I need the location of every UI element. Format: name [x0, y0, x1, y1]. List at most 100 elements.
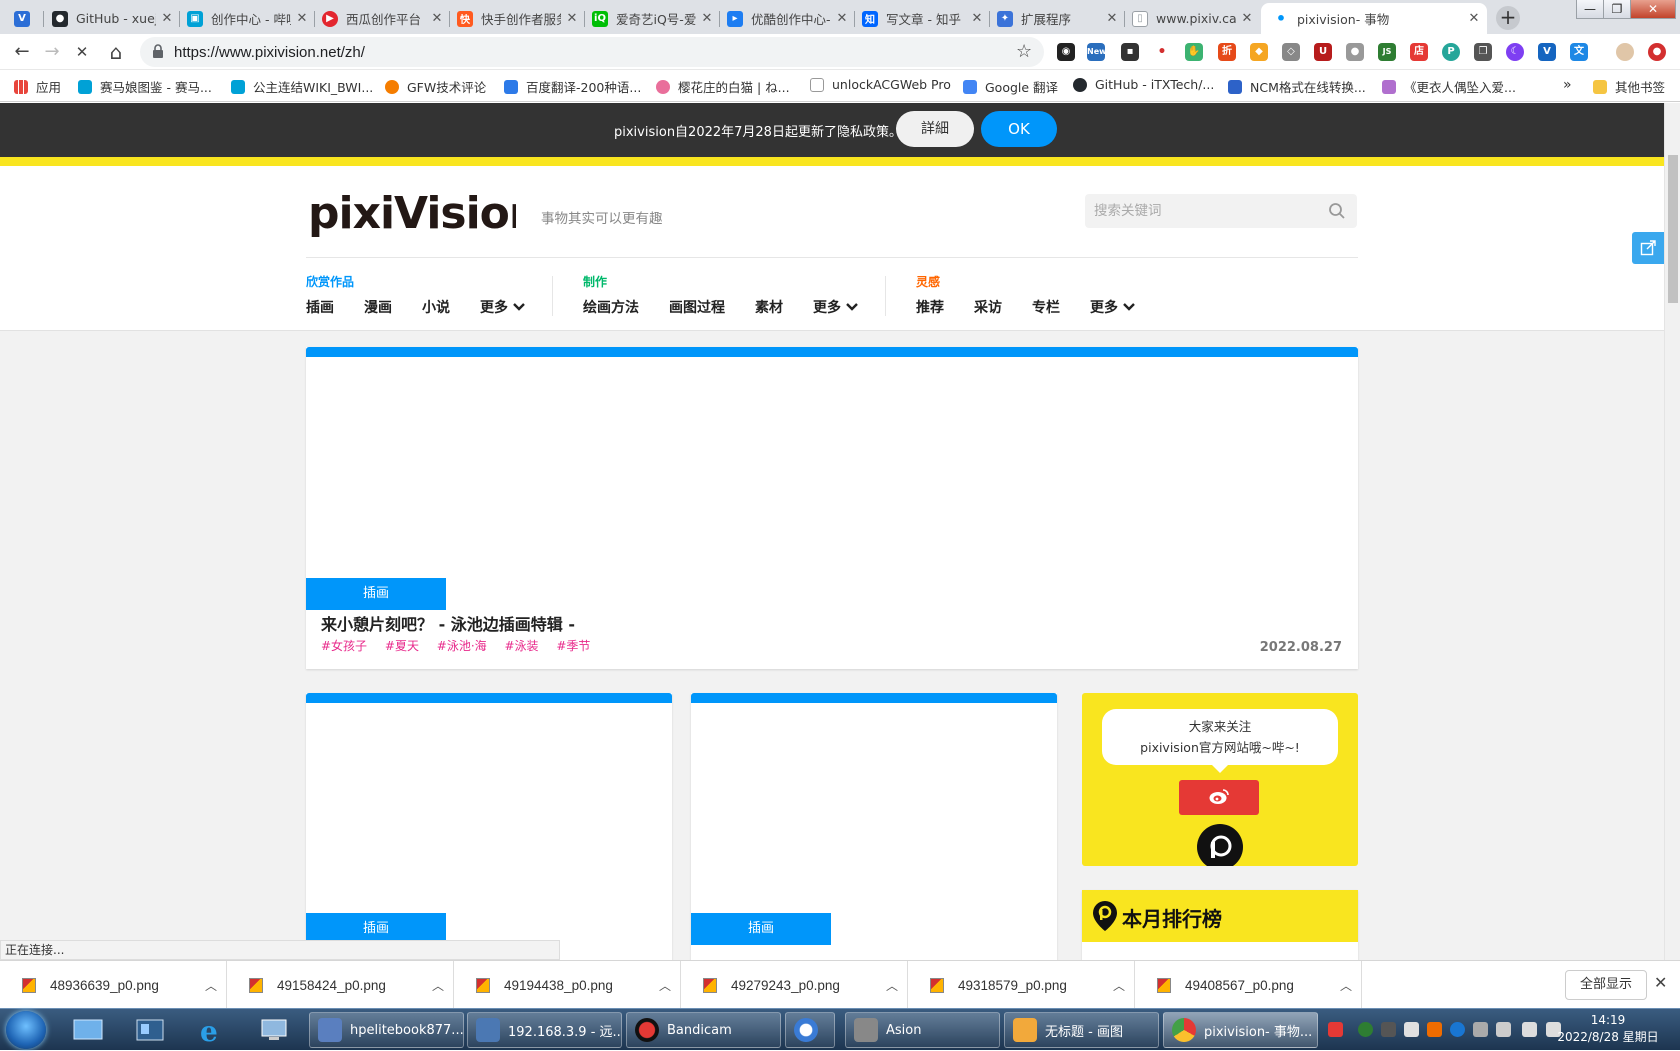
show-all-downloads-button[interactable]: 全部显示: [1565, 970, 1647, 1000]
close-icon[interactable]: ✕: [835, 11, 849, 26]
bluetooth-icon[interactable]: [1450, 1022, 1465, 1037]
close-icon[interactable]: ✕: [1654, 973, 1667, 992]
chevron-up-icon[interactable]: ︿: [1331, 977, 1361, 994]
tampermonkey-icon[interactable]: ▪: [1121, 43, 1139, 61]
remote-desktop-icon[interactable]: [254, 1013, 294, 1047]
other-bookmarks[interactable]: 其他书签: [1593, 77, 1665, 96]
close-icon[interactable]: ✕: [1240, 11, 1254, 26]
new-extension-icon[interactable]: New: [1087, 43, 1107, 61]
taskbar-app-asion[interactable]: Asion: [845, 1012, 1000, 1048]
nav-item-more[interactable]: 更多: [1090, 297, 1135, 317]
taskbar-app-bandicam[interactable]: Bandicam: [626, 1012, 781, 1048]
nav-item-more[interactable]: 更多: [813, 297, 858, 317]
tray-icon[interactable]: [1473, 1022, 1488, 1037]
taskbar-app-hpelitebook[interactable]: hpelitebook877...: [309, 1012, 464, 1048]
weibo-button[interactable]: [1179, 780, 1259, 815]
address-bar[interactable]: https://www.pixivision.net/zh/ ☆: [140, 37, 1044, 67]
grey-extension-icon[interactable]: ●: [1346, 43, 1364, 61]
show-desktop-icon[interactable]: [68, 1013, 108, 1047]
taskbar-app-chrome[interactable]: pixivision- 事物...: [1163, 1012, 1318, 1048]
tab-pinned-0[interactable]: V: [8, 3, 44, 34]
new-tab-button[interactable]: +: [1496, 6, 1520, 30]
minimize-button[interactable]: —: [1576, 0, 1604, 19]
clock[interactable]: 14:19 2022/8/28 星期日: [1540, 1012, 1676, 1046]
nav-item-illustration[interactable]: 插画: [306, 297, 334, 317]
category-label[interactable]: 插画: [306, 578, 446, 610]
page-scrollbar[interactable]: [1664, 103, 1680, 960]
bookmark-9[interactable]: NCM格式在线转换...: [1228, 77, 1366, 96]
bookmark-5[interactable]: 樱花庄的白猫 | ね...: [656, 77, 790, 96]
bookmark-4[interactable]: 百度翻译-200种语...: [504, 77, 641, 96]
tray-icon[interactable]: [1496, 1022, 1511, 1037]
stop-button[interactable]: ✕: [70, 41, 94, 63]
nav-item-materials[interactable]: 素材: [755, 297, 783, 317]
close-icon[interactable]: ✕: [565, 11, 579, 26]
tab-7[interactable]: 知 写文章 - 知乎 ✕: [856, 3, 990, 34]
tab-1[interactable]: ● GitHub - xuej ✕: [46, 3, 180, 34]
update-icon[interactable]: ●: [1648, 43, 1666, 61]
tab-4[interactable]: 快 快手创作者服务 ✕: [451, 3, 585, 34]
internet-explorer-icon[interactable]: e: [192, 1013, 232, 1047]
bookmark-7[interactable]: Google 翻译: [963, 77, 1058, 96]
store-extension-icon[interactable]: 店: [1410, 43, 1428, 61]
category-label[interactable]: 插画: [691, 913, 831, 945]
nav-item-drawing-process[interactable]: 画图过程: [669, 297, 725, 317]
close-icon[interactable]: ✕: [970, 11, 984, 26]
bookmarks-overflow-button[interactable]: »: [1563, 77, 1572, 93]
tab-8[interactable]: ✦ 扩展程序 ✕: [991, 3, 1125, 34]
taskbar-app-paint[interactable]: 无标题 - 画图: [1004, 1012, 1159, 1048]
copy-extension-icon[interactable]: ❐: [1474, 43, 1492, 61]
pixivision-logo[interactable]: pixiVision: [306, 182, 540, 244]
network-icon[interactable]: [1522, 1022, 1537, 1037]
glasses-extension-icon[interactable]: ◉: [1057, 43, 1075, 61]
download-item[interactable]: 49194438_p0.png ︿: [454, 961, 681, 1008]
bookmark-10[interactable]: 《更衣人偶坠入爱...: [1382, 77, 1516, 96]
v-extension-icon[interactable]: V: [1538, 43, 1556, 61]
moon-extension-icon[interactable]: ☾: [1506, 43, 1524, 61]
search-icon[interactable]: [1328, 202, 1346, 224]
chevron-up-icon[interactable]: ︿: [650, 977, 680, 994]
bookmark-8[interactable]: GitHub - iTXTech/...: [1073, 77, 1214, 92]
nav-item-novel[interactable]: 小说: [422, 297, 450, 317]
tag-link[interactable]: #泳装: [504, 639, 538, 653]
green-tray-icon[interactable]: [1358, 1022, 1373, 1037]
tag-link[interactable]: #女孩子: [321, 639, 367, 653]
nav-item-manga[interactable]: 漫画: [364, 297, 392, 317]
article-card[interactable]: 插画: [691, 693, 1057, 960]
orange-extension-icon[interactable]: ◆: [1250, 43, 1268, 61]
notice-detail-button[interactable]: 詳細: [896, 111, 974, 147]
ublock-icon[interactable]: U: [1314, 43, 1332, 61]
maximize-button[interactable]: ❐: [1603, 0, 1631, 19]
discount-extension-icon[interactable]: 折: [1218, 43, 1236, 61]
close-icon[interactable]: ✕: [1467, 11, 1481, 26]
close-icon[interactable]: ✕: [700, 11, 714, 26]
article-card[interactable]: 插画: [306, 693, 672, 960]
nav-item-more[interactable]: 更多: [480, 297, 525, 317]
close-icon[interactable]: ✕: [295, 11, 309, 26]
taskbar-app-remote[interactable]: 192.168.3.9 - 远...: [467, 1012, 622, 1048]
download-item[interactable]: 49318579_p0.png ︿: [908, 961, 1135, 1008]
tray-icon[interactable]: [1427, 1022, 1442, 1037]
tray-icon[interactable]: [1404, 1022, 1419, 1037]
bookmark-apps[interactable]: 应用: [14, 77, 61, 96]
nav-item-recommend[interactable]: 推荐: [916, 297, 944, 317]
tab-9[interactable]: ▯ www.pixiv.cat ✕: [1126, 3, 1260, 34]
p-extension-icon[interactable]: P: [1442, 43, 1460, 61]
tag-link[interactable]: #季节: [556, 639, 590, 653]
bookmark-1[interactable]: 赛马娘图鉴 - 赛马...: [78, 77, 212, 96]
dot-extension-icon[interactable]: •: [1153, 43, 1171, 61]
download-item[interactable]: 49279243_p0.png ︿: [681, 961, 908, 1008]
tag-link[interactable]: #泳池·海: [437, 639, 487, 653]
nav-item-drawing-methods[interactable]: 绘画方法: [583, 297, 639, 317]
bookmark-3[interactable]: GFW技术评论: [385, 77, 486, 96]
tab-2[interactable]: ▣ 创作中心 - 哔哩 ✕: [181, 3, 315, 34]
notice-ok-button[interactable]: OK: [981, 111, 1057, 147]
hand-extension-icon[interactable]: ✋: [1185, 43, 1203, 61]
download-item[interactable]: 48936639_p0.png ︿: [0, 961, 227, 1008]
tab-5[interactable]: iQ 爱奇艺iQ号-爱 ✕: [586, 3, 720, 34]
tag-link[interactable]: #夏天: [385, 639, 419, 653]
bookmark-6[interactable]: unlockACGWeb Pro: [810, 77, 951, 92]
sogou-icon[interactable]: [1328, 1022, 1343, 1037]
search-input[interactable]: [1085, 194, 1325, 228]
close-icon[interactable]: ✕: [1105, 11, 1119, 26]
